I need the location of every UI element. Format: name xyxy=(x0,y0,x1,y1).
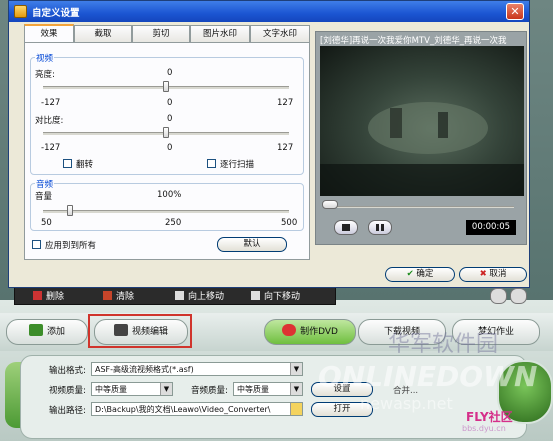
view-button-2[interactable] xyxy=(510,288,527,304)
film-add-icon xyxy=(28,324,43,336)
up-arrow-icon xyxy=(175,291,184,300)
audio-quality-label: 音频质量: xyxy=(191,386,228,396)
delete-icon xyxy=(33,291,42,300)
contrast-min: -127 xyxy=(41,143,61,153)
preview-panel: [刘德华]再说一次我爱你MTV_刘德华_再说一次我 00:00:05 xyxy=(315,31,527,245)
progressive-label: 逐行扫描 xyxy=(220,160,255,170)
add-button[interactable]: 添加 xyxy=(6,319,88,345)
format-label: 输出格式: xyxy=(49,366,86,376)
chevron-down-icon: ▼ xyxy=(160,383,172,395)
audio-group: 音频 音量 100% 50 250 500 xyxy=(30,178,304,231)
contrast-slider[interactable] xyxy=(163,127,169,138)
chevron-down-icon: ▼ xyxy=(290,383,302,395)
cancel-button[interactable]: ✖ 取消 xyxy=(459,267,527,282)
brightness-value: 0 xyxy=(167,68,173,78)
contrast-max: 127 xyxy=(277,143,294,153)
apply-all-label: 应用到到所有 xyxy=(45,241,97,251)
make-dvd-button[interactable]: 制作DVD xyxy=(264,319,356,345)
close-icon: ✖ xyxy=(479,269,490,279)
pause-icon xyxy=(376,224,384,231)
contrast-mid: 0 xyxy=(167,143,173,153)
delete-button[interactable]: 删除 xyxy=(33,289,64,302)
watermark-en: ONLINEDOWN xyxy=(318,360,538,393)
volume-value: 100% xyxy=(157,190,182,200)
apply-all-checkbox[interactable] xyxy=(32,240,41,249)
seek-track xyxy=(324,206,514,208)
folder-icon[interactable] xyxy=(290,403,302,415)
brightness-mid: 0 xyxy=(167,98,173,108)
video-preview xyxy=(320,46,524,196)
pause-button[interactable] xyxy=(368,220,392,235)
close-button[interactable]: ✕ xyxy=(506,3,524,20)
settings-tabs: 效果 截取 剪切 图片水印 文字水印 xyxy=(24,24,310,43)
watermark-cn: 华军软件园 xyxy=(388,332,499,357)
contrast-label: 对比度: xyxy=(35,116,64,126)
view-controls xyxy=(488,287,528,304)
brightness-min: -127 xyxy=(41,98,61,108)
video-frame xyxy=(320,102,524,196)
dialog-titlebar: 自定义设置 ✕ xyxy=(9,1,529,22)
volume-slider[interactable] xyxy=(67,205,74,216)
custom-settings-dialog: 自定义设置 ✕ 效果 截取 剪切 图片水印 文字水印 视频 亮度: 0 -127… xyxy=(8,0,530,288)
preview-title: [刘德华]再说一次我爱你MTV_刘德华_再说一次我 xyxy=(320,36,507,46)
tab-text-watermark[interactable]: 文字水印 xyxy=(250,25,310,42)
path-field[interactable]: D:\Backup\我的文档\Leawo\Video_Converter\ xyxy=(91,402,303,416)
path-label: 输出路径: xyxy=(49,406,86,416)
watermark-net: newasp.net xyxy=(360,394,453,413)
check-icon: ✔ xyxy=(406,269,417,279)
format-select[interactable]: ASF-高级流视频格式(*.asf) ▼ xyxy=(91,362,303,376)
time-display: 00:00:05 xyxy=(466,220,516,235)
down-arrow-icon xyxy=(251,291,260,300)
clear-button[interactable]: 清除 xyxy=(103,289,134,302)
volume-track xyxy=(43,210,289,213)
move-up-button[interactable]: 向上移动 xyxy=(175,289,224,302)
app-icon xyxy=(14,5,27,18)
audio-group-title: 音频 xyxy=(35,178,55,190)
highlight-annotation xyxy=(88,314,192,348)
stop-button[interactable] xyxy=(334,220,358,235)
move-down-button[interactable]: 向下移动 xyxy=(251,289,300,302)
contrast-value: 0 xyxy=(167,114,173,124)
ok-button[interactable]: ✔ 确定 xyxy=(385,267,455,282)
audio-quality-select[interactable]: 中等质量 ▼ xyxy=(233,382,303,396)
seek-slider[interactable] xyxy=(321,200,338,209)
flip-checkbox[interactable] xyxy=(63,159,72,168)
tab-image-watermark[interactable]: 图片水印 xyxy=(190,25,250,42)
watermark-fly: FLY社区 xyxy=(466,410,513,424)
volume-min: 50 xyxy=(41,218,52,228)
clear-icon xyxy=(103,291,112,300)
video-quality-label: 视频质量: xyxy=(49,386,86,396)
video-group-title: 视频 xyxy=(35,52,55,64)
tab-effects[interactable]: 效果 xyxy=(24,24,74,43)
dvd-icon xyxy=(282,324,297,336)
brightness-max: 127 xyxy=(277,98,294,108)
volume-label: 音量 xyxy=(35,192,53,202)
dialog-title: 自定义设置 xyxy=(32,8,80,19)
chevron-down-icon: ▼ xyxy=(290,363,302,375)
progressive-checkbox[interactable] xyxy=(207,159,216,168)
flip-label: 翻转 xyxy=(76,160,94,170)
video-quality-select[interactable]: 中等质量 ▼ xyxy=(91,382,173,396)
volume-mid: 250 xyxy=(165,218,182,228)
close-icon: ✕ xyxy=(510,5,520,18)
volume-max: 500 xyxy=(281,218,298,228)
brightness-label: 亮度: xyxy=(35,70,55,80)
view-button-1[interactable] xyxy=(490,288,507,304)
list-toolbar: 删除 清除 向上移动 向下移动 xyxy=(14,286,336,305)
stop-icon xyxy=(342,224,350,231)
preview-controls: 00:00:05 xyxy=(316,198,526,244)
tab-trim[interactable]: 截取 xyxy=(74,25,132,42)
default-button[interactable]: 默认 xyxy=(217,237,287,252)
watermark-url: bbs.dyu.cn xyxy=(462,424,506,433)
brightness-slider[interactable] xyxy=(163,81,169,92)
video-group: 视频 亮度: 0 -127 0 127 对比度: 0 -127 0 127 翻转… xyxy=(30,52,304,175)
effects-tab-page: 视频 亮度: 0 -127 0 127 对比度: 0 -127 0 127 翻转… xyxy=(24,42,310,260)
tab-crop[interactable]: 剪切 xyxy=(132,25,190,42)
